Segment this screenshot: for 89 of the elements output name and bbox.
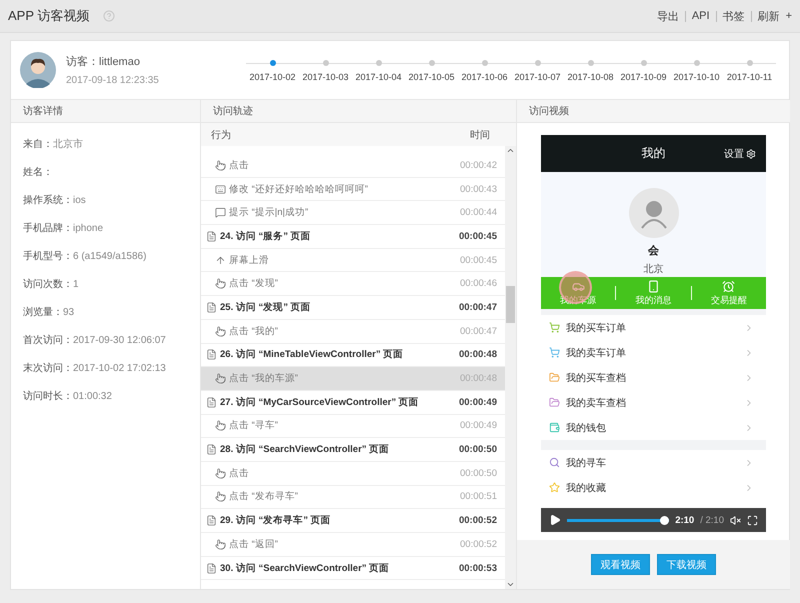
detail-field: 姓名：	[23, 165, 188, 179]
track-time: 00:00:45	[458, 230, 497, 242]
column-header: 行为	[211, 128, 231, 142]
settings-label: 设置	[724, 146, 756, 160]
user-name: 会	[648, 244, 659, 258]
track-action: 24. 访问 “服务” 页面	[220, 230, 311, 243]
page-title: APP 访客视频	[8, 7, 90, 25]
shortcut-label: 我的车源	[560, 294, 596, 306]
header-link[interactable]: API	[692, 10, 710, 22]
header-link[interactable]: 导出	[656, 8, 679, 24]
detail-field: 操作系统：ios	[23, 193, 188, 207]
panel-header: 访客详情	[11, 100, 200, 123]
timeline-date[interactable]: 2017-10-04	[352, 58, 405, 82]
track-action: 29. 访问 “发布寻车” 页面	[220, 514, 331, 528]
detail-field: 访问时长：01:00:32	[23, 389, 188, 403]
menu-item[interactable]: 我的收藏	[541, 475, 766, 500]
track-row[interactable]: 30. 访问 “SearchViewController” 页面 00:00:53	[201, 556, 505, 580]
shortcut-label: 我的消息	[635, 294, 672, 306]
timeline-date[interactable]: 2017-10-02	[246, 58, 299, 82]
track-action: 屏幕上滑	[229, 254, 269, 267]
timeline-date[interactable]: 2017-10-09	[617, 58, 670, 82]
column-header: 时间	[470, 128, 490, 142]
track-time: 00:00:47	[460, 326, 497, 337]
track-action: 点击 “我的车源”	[229, 372, 298, 386]
track-row[interactable]: 26. 访问 “MineTableViewController” 页面 00:00:48	[201, 344, 505, 368]
menu-item[interactable]: 我的买车订单	[541, 315, 766, 340]
detail-field: 手机型号：6 (a1549/a1586)	[23, 249, 188, 263]
panel-header: 访问轨迹	[201, 100, 516, 123]
track-action: 点击 “返回”	[229, 538, 278, 551]
track-action: 26. 访问 “MineTableViewController” 页面	[220, 348, 404, 362]
timeline-date[interactable]: 2017-10-10	[670, 58, 723, 82]
track-action: 提示 “提示|n|成功”	[229, 206, 308, 220]
shortcut-label: 交易提醒	[710, 294, 747, 306]
detail-field: 首次访问：2017-09-30 12:06:07	[23, 333, 188, 347]
track-action: 25. 访问 “发现” 页面	[220, 300, 311, 314]
track-row[interactable]: 点击 “寻车” 00:00:49	[201, 414, 505, 438]
panel-header: 访问视频	[517, 100, 790, 123]
track-row[interactable]: 点击 “发布寻车” 00:00:51	[201, 486, 505, 510]
menu-item[interactable]: 我的卖车查档	[541, 390, 766, 415]
track-time: 00:00:48	[458, 349, 497, 360]
detail-field: 浏览量：93	[23, 305, 188, 319]
visitor-time: 2017-09-18 12:23:35	[66, 75, 160, 86]
track-action: 30. 访问 “SearchViewController” 页面	[220, 562, 390, 575]
track-time: 00:00:43	[460, 184, 497, 195]
menu-item[interactable]: 我的钱包	[541, 415, 766, 440]
timeline-date[interactable]: 2017-10-03	[299, 58, 352, 82]
visitor-name: 访客：littlemao	[66, 54, 141, 69]
detail-field: 手机品牌：iphone	[23, 221, 188, 235]
track-action: 点击 “发现”	[229, 277, 278, 290]
total-time: / 2:10	[700, 514, 724, 526]
timeline-date[interactable]: 2017-10-07	[511, 58, 564, 82]
header-link[interactable]: 书签	[722, 8, 745, 24]
track-action: 点击	[229, 158, 249, 172]
track-time: 00:00:50	[460, 468, 497, 479]
detail-field: 访问次数：1	[23, 277, 188, 291]
timeline-date[interactable]: 2017-10-05	[405, 58, 458, 82]
menu-item[interactable]: 我的寻车	[541, 450, 766, 475]
timeline-date[interactable]: 2017-10-08	[564, 58, 617, 82]
track-row[interactable]: 修改 “还好还好哈哈哈哈呵呵呵” 00:00:43	[201, 178, 505, 202]
track-action: 点击 “发布寻车”	[229, 490, 298, 504]
track-time: 00:00:51	[460, 491, 497, 502]
menu-item[interactable]: 我的卖车订单	[541, 340, 766, 365]
track-action: 点击 “我的”	[229, 324, 278, 338]
track-time: 00:00:44	[460, 207, 497, 218]
timeline-date[interactable]: 2017-10-11	[723, 58, 776, 82]
detail-field: 来自：北京市	[23, 137, 188, 151]
track-time: 00:00:49	[460, 420, 497, 432]
track-action: 点击 “寻车”	[229, 419, 278, 432]
phone-title: 我的	[642, 145, 666, 162]
track-time: 00:00:45	[460, 254, 497, 266]
detail-field: 末次访问：2017-10-02 17:02:13	[23, 361, 188, 375]
track-action: 修改 “还好还好哈哈哈哈呵呵呵”	[229, 182, 368, 196]
track-action: 点击	[229, 466, 249, 480]
track-time: 00:00:42	[460, 160, 497, 171]
add-link[interactable]: +	[786, 10, 792, 22]
menu-item[interactable]: 我的买车查档	[541, 365, 766, 390]
track-time: 00:00:46	[460, 278, 497, 290]
track-action: 27. 访问 “MyCarSourceViewController” 页面	[220, 396, 419, 409]
user-city: 北京	[644, 262, 664, 276]
track-time: 00:00:52	[460, 538, 497, 550]
track-action: 28. 访问 “SearchViewController” 页面	[220, 443, 390, 456]
track-time: 00:00:50	[458, 444, 497, 456]
track-time: 00:00:47	[458, 302, 497, 313]
track-time: 00:00:49	[458, 396, 497, 408]
current-time: 2:10	[675, 514, 694, 526]
timeline-date[interactable]: 2017-10-06	[458, 58, 511, 82]
track-time: 00:00:52	[458, 515, 497, 526]
header-link[interactable]: 刷新	[758, 8, 780, 24]
track-time: 00:00:53	[458, 562, 497, 574]
